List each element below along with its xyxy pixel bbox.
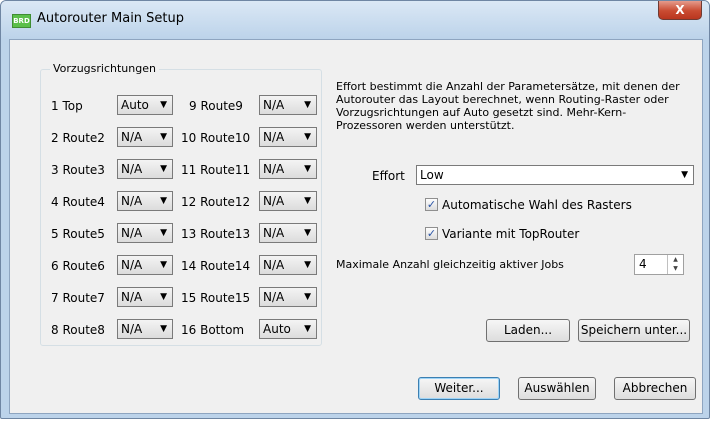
- layer-direction-select[interactable]: N/A ▼: [259, 191, 317, 211]
- next-button[interactable]: Weiter...: [418, 377, 500, 400]
- layer-label: 12 Route12: [181, 195, 251, 209]
- chevron-down-icon: ▼: [304, 196, 311, 206]
- layer-label: 1 Top: [51, 99, 83, 113]
- save-as-button[interactable]: Speichern unter...: [578, 319, 690, 342]
- chevron-down-icon: ▼: [160, 100, 167, 110]
- spin-buttons: ▲ ▼: [667, 255, 683, 274]
- layer-direction-select[interactable]: N/A ▼: [117, 127, 173, 147]
- chevron-down-icon: ▼: [304, 164, 311, 174]
- auto-grid-label: Automatische Wahl des Rasters: [442, 198, 632, 212]
- chevron-down-icon: ▼: [160, 260, 167, 270]
- title-bar: BRD Autorouter Main Setup X: [1, 1, 709, 39]
- chevron-down-icon: ▼: [160, 228, 167, 238]
- chevron-down-icon: ▼: [304, 100, 311, 110]
- cancel-button[interactable]: Abbrechen: [614, 377, 696, 400]
- spin-down-icon[interactable]: ▼: [668, 264, 683, 273]
- chevron-down-icon: ▼: [160, 196, 167, 206]
- layer-label: 10 Route10: [181, 131, 251, 145]
- effort-select[interactable]: Low ▼: [416, 165, 694, 185]
- autorouter-window: BRD Autorouter Main Setup X Vorzugsricht…: [0, 0, 710, 419]
- layer-label: 16 Bottom: [181, 323, 245, 337]
- max-jobs-label: Maximale Anzahl gleichzeitig aktiver Job…: [336, 258, 564, 271]
- layer-direction-select[interactable]: N/A ▼: [117, 159, 173, 179]
- chevron-down-icon: ▼: [160, 292, 167, 302]
- group-label: Vorzugsrichtungen: [50, 62, 159, 75]
- layer-label: 5 Route5: [51, 227, 105, 241]
- chevron-down-icon: ▼: [160, 132, 167, 142]
- layer-label: 11 Route11: [181, 163, 251, 177]
- effort-label: Effort: [372, 169, 405, 183]
- toprouter-label: Variante mit TopRouter: [442, 227, 580, 241]
- select-button[interactable]: Auswählen: [518, 377, 596, 400]
- app-icon: BRD: [12, 14, 31, 28]
- preferred-directions-group: Vorzugsrichtungen 1 Top Auto ▼ 2 Route2 N…: [40, 62, 322, 346]
- layer-direction-select[interactable]: N/A ▼: [259, 287, 317, 307]
- chevron-down-icon: ▼: [304, 292, 311, 302]
- layer-direction-select[interactable]: N/A ▼: [117, 223, 173, 243]
- layer-direction-select[interactable]: N/A ▼: [259, 95, 317, 115]
- layer-direction-select[interactable]: N/A ▼: [117, 319, 173, 339]
- layer-direction-select[interactable]: N/A ▼: [259, 223, 317, 243]
- layer-label: 6 Route6: [51, 259, 105, 273]
- layer-direction-select[interactable]: N/A ▼: [117, 255, 173, 275]
- chevron-down-icon: ▼: [160, 324, 167, 334]
- auto-grid-checkbox[interactable]: ✓: [425, 198, 438, 211]
- layer-label: 9 Route9: [189, 99, 243, 113]
- layer-label: 15 Route15: [181, 291, 251, 305]
- toprouter-checkbox[interactable]: ✓: [425, 227, 438, 240]
- chevron-down-icon: ▼: [304, 324, 311, 334]
- max-jobs-value: 4: [639, 257, 647, 271]
- chevron-down-icon: ▼: [681, 170, 688, 180]
- window-title: Autorouter Main Setup: [37, 11, 185, 26]
- layer-direction-select[interactable]: N/A ▼: [259, 127, 317, 147]
- layer-label: 8 Route8: [51, 323, 105, 337]
- layer-direction-select[interactable]: N/A ▼: [259, 255, 317, 275]
- layer-label: 14 Route14: [181, 259, 251, 273]
- load-button[interactable]: Laden...: [486, 319, 570, 342]
- dialog-client-area: Vorzugsrichtungen 1 Top Auto ▼ 2 Route2 N…: [9, 39, 703, 414]
- max-jobs-spinner[interactable]: 4 ▲ ▼: [634, 254, 684, 275]
- chevron-down-icon: ▼: [304, 260, 311, 270]
- chevron-down-icon: ▼: [160, 164, 167, 174]
- layer-label: 2 Route2: [51, 131, 105, 145]
- layer-label: 13 Route13: [181, 227, 251, 241]
- layer-direction-select[interactable]: N/A ▼: [117, 287, 173, 307]
- layer-direction-select[interactable]: N/A ▼: [259, 159, 317, 179]
- layer-label: 4 Route4: [51, 195, 105, 209]
- layer-label: 7 Route7: [51, 291, 105, 305]
- chevron-down-icon: ▼: [304, 132, 311, 142]
- chevron-down-icon: ▼: [304, 228, 311, 238]
- layer-label: 3 Route3: [51, 163, 105, 177]
- spin-up-icon[interactable]: ▲: [668, 255, 683, 264]
- close-button[interactable]: X: [658, 1, 702, 20]
- layer-direction-select[interactable]: Auto ▼: [117, 95, 173, 115]
- effort-description: Effort bestimmt die Anzahl der Parameter…: [336, 80, 680, 132]
- layer-direction-select[interactable]: N/A ▼: [117, 191, 173, 211]
- layer-direction-select[interactable]: Auto ▼: [259, 319, 317, 339]
